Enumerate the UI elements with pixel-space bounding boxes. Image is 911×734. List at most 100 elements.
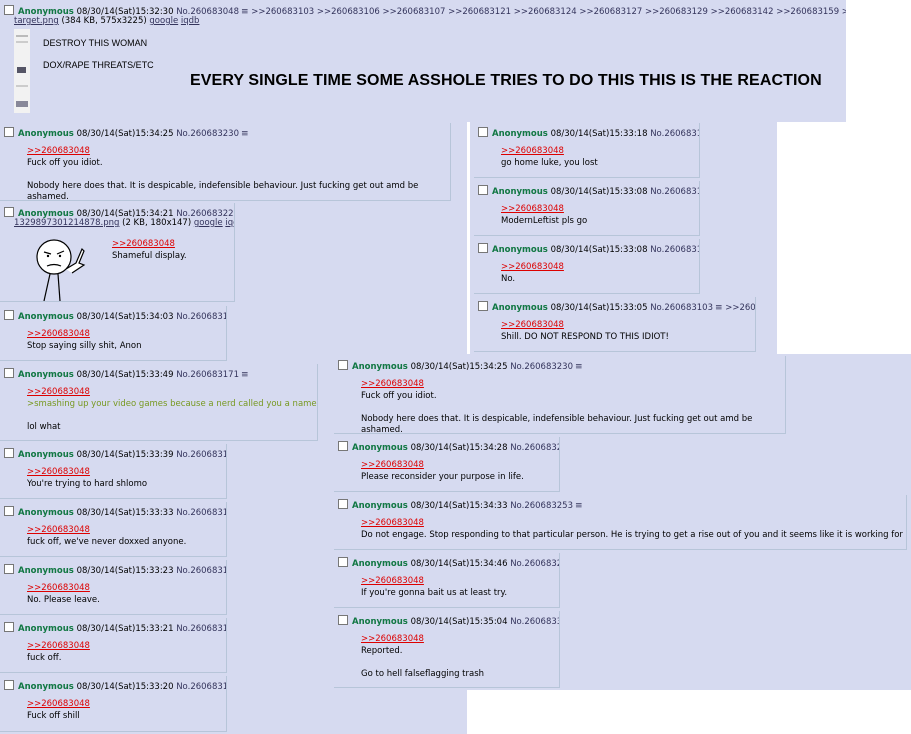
poster-name: Anonymous bbox=[352, 501, 408, 511]
menu-icon[interactable]: ≡ bbox=[241, 370, 249, 381]
menu-icon[interactable]: ≡ bbox=[575, 362, 583, 373]
poster-name: Anonymous bbox=[352, 617, 408, 627]
poster-name: Anonymous bbox=[18, 450, 74, 460]
post-checkbox[interactable] bbox=[478, 127, 488, 137]
post-number[interactable]: No.260683253 bbox=[510, 501, 573, 511]
poster-name: Anonymous bbox=[18, 129, 74, 139]
post-checkbox[interactable] bbox=[338, 557, 348, 567]
post-checkbox[interactable] bbox=[4, 564, 14, 574]
post-number[interactable]: No.260683230 bbox=[176, 129, 239, 139]
quote-link[interactable]: >>260683048 bbox=[27, 583, 90, 593]
post-checkbox[interactable] bbox=[4, 680, 14, 690]
quote-link[interactable]: >>260683048 bbox=[361, 518, 424, 528]
post-number[interactable]: No.260683171 bbox=[176, 370, 239, 380]
post-checkbox[interactable] bbox=[338, 441, 348, 451]
file-info: target.png (384 KB, 575x3225) google iqd… bbox=[14, 16, 199, 27]
reply-post: Anonymous 08/30/14(Sat)15:33:49 No.26068… bbox=[0, 364, 318, 441]
post-message: >>260683048 Do not engage. Stop respondi… bbox=[361, 518, 907, 541]
post-header: Anonymous 08/30/14(Sat)15:33:08 No.26068… bbox=[478, 243, 699, 256]
thumbnail-image bbox=[14, 29, 30, 113]
quote-link[interactable]: >>260683048 bbox=[27, 641, 90, 651]
menu-icon[interactable]: ≡ bbox=[715, 303, 723, 314]
post-checkbox[interactable] bbox=[4, 368, 14, 378]
google-link[interactable]: google bbox=[194, 218, 223, 228]
post-datetime: 08/30/14(Sat)15:34:33 bbox=[410, 501, 508, 511]
poster-name: Anonymous bbox=[18, 682, 74, 692]
message-line: Do not engage. Stop responding to that p… bbox=[361, 529, 907, 540]
post-number[interactable]: No.260683159 bbox=[176, 450, 226, 460]
post-datetime: 08/30/14(Sat)15:33:49 bbox=[76, 370, 174, 380]
menu-icon[interactable]: ≡ bbox=[241, 7, 249, 18]
post-checkbox[interactable] bbox=[4, 207, 14, 217]
quote-link[interactable]: >>260683048 bbox=[501, 204, 564, 214]
quote-link[interactable]: >>260683048 bbox=[501, 262, 564, 272]
quote-link[interactable]: >>260683048 bbox=[361, 634, 424, 644]
reply-post: Anonymous 08/30/14(Sat)15:34:28 No.26068… bbox=[334, 437, 560, 492]
poster-name: Anonymous bbox=[18, 370, 74, 380]
file-link[interactable]: 1329897301214878.png bbox=[14, 218, 119, 228]
post-number[interactable]: No.260683106 bbox=[650, 245, 699, 255]
post-message: >>260683048 fuck off. bbox=[27, 641, 90, 664]
post-message: >>260683048 Fuck off you idiot. Nobody h… bbox=[361, 379, 785, 433]
post-number[interactable]: No.260683230 bbox=[510, 362, 573, 372]
quote-link[interactable]: >>260683048 bbox=[27, 699, 90, 709]
reply-post: Anonymous 08/30/14(Sat)15:33:23 No.26068… bbox=[0, 560, 227, 615]
menu-icon[interactable]: ≡ bbox=[575, 501, 583, 512]
reply-backlinks[interactable]: >>260683103 >>260683106 >>260683107 >>26… bbox=[251, 7, 846, 17]
message-line: Go to hell falseflagging trash bbox=[361, 668, 485, 679]
post-number[interactable]: No.260683129 bbox=[176, 566, 226, 576]
post-number[interactable]: No.260683121 bbox=[650, 129, 699, 139]
quote-link[interactable]: >>260683048 bbox=[27, 329, 90, 339]
quote-link[interactable]: >>260683048 bbox=[27, 467, 90, 477]
post-datetime: 08/30/14(Sat)15:34:25 bbox=[410, 362, 508, 372]
post-checkbox[interactable] bbox=[4, 310, 14, 320]
quote-link[interactable]: >>260683048 bbox=[361, 576, 424, 586]
post-checkbox[interactable] bbox=[478, 301, 488, 311]
post-number[interactable]: No.260683236 bbox=[510, 443, 559, 453]
post-checkbox[interactable] bbox=[4, 127, 14, 137]
post-number[interactable]: No.260683278 bbox=[510, 559, 559, 569]
reply-backlink[interactable]: >>260683183 bbox=[725, 303, 755, 313]
google-link[interactable]: google bbox=[149, 16, 178, 26]
quote-link[interactable]: >>260683048 bbox=[361, 379, 424, 389]
post-datetime: 08/30/14(Sat)15:33:08 bbox=[550, 187, 648, 197]
quote-link[interactable]: >>260683048 bbox=[501, 146, 564, 156]
poster-name: Anonymous bbox=[352, 559, 408, 569]
message-line: No. Please leave. bbox=[27, 594, 100, 605]
post-checkbox[interactable] bbox=[4, 622, 14, 632]
post-checkbox[interactable] bbox=[4, 448, 14, 458]
post-number[interactable]: No.260683107 bbox=[650, 187, 699, 197]
post-number[interactable]: No.260683127 bbox=[176, 624, 226, 634]
file-link[interactable]: target.png bbox=[14, 16, 59, 26]
post-checkbox[interactable] bbox=[4, 5, 14, 15]
poster-name: Anonymous bbox=[492, 245, 548, 255]
post-checkbox[interactable] bbox=[338, 615, 348, 625]
iqdb-link[interactable]: iqdb bbox=[225, 218, 234, 228]
post-number[interactable]: No.260683124 bbox=[176, 682, 226, 692]
post-header: Anonymous 08/30/14(Sat)15:33:39 No.26068… bbox=[4, 448, 226, 461]
post-checkbox[interactable] bbox=[478, 243, 488, 253]
reply-post: Anonymous 08/30/14(Sat)15:34:33 No.26068… bbox=[334, 495, 907, 550]
reply-thumbnail[interactable] bbox=[14, 231, 100, 301]
message-line: Reported. bbox=[361, 645, 403, 656]
post-number[interactable]: No.260683198 bbox=[176, 312, 226, 322]
quote-link[interactable]: >>260683048 bbox=[27, 146, 90, 156]
post-number[interactable]: No.260683103 bbox=[650, 303, 713, 313]
post-checkbox[interactable] bbox=[4, 506, 14, 516]
reply-post: Anonymous 08/30/14(Sat)15:33:39 No.26068… bbox=[0, 444, 227, 499]
reply-post: Anonymous 08/30/14(Sat)15:33:08 No.26068… bbox=[474, 181, 700, 236]
post-checkbox[interactable] bbox=[478, 185, 488, 195]
post-checkbox[interactable] bbox=[338, 499, 348, 509]
iqdb-link[interactable]: iqdb bbox=[181, 16, 200, 26]
quote-link[interactable]: >>260683048 bbox=[361, 460, 424, 470]
quote-link[interactable]: >>260683048 bbox=[27, 387, 90, 397]
quote-link[interactable]: >>260683048 bbox=[112, 239, 175, 249]
quote-link[interactable]: >>260683048 bbox=[501, 320, 564, 330]
quote-link[interactable]: >>260683048 bbox=[27, 525, 90, 535]
post-number[interactable]: No.260683308 bbox=[510, 617, 559, 627]
post-header: Anonymous 08/30/14(Sat)15:33:05 No.26068… bbox=[478, 301, 755, 314]
post-number[interactable]: No.260683142 bbox=[176, 508, 226, 518]
post-checkbox[interactable] bbox=[338, 360, 348, 370]
menu-icon[interactable]: ≡ bbox=[241, 129, 249, 140]
op-thumbnail[interactable] bbox=[14, 29, 30, 113]
